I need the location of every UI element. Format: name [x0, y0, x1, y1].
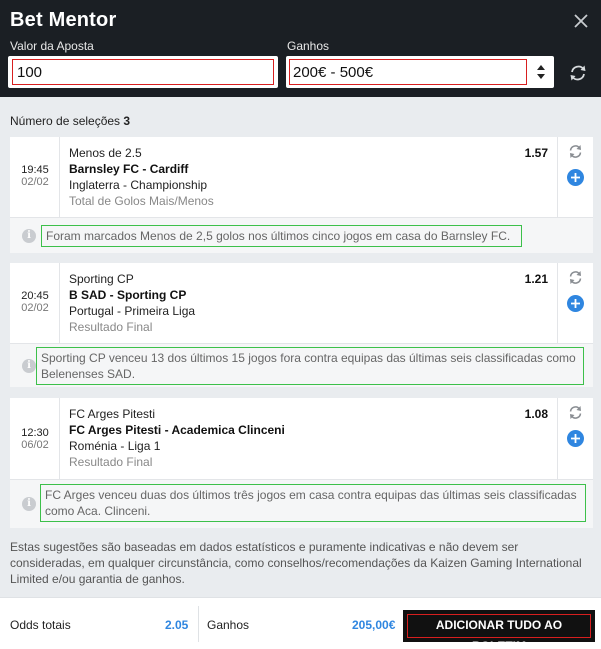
stake-field	[8, 56, 278, 88]
stake-input[interactable]	[12, 59, 274, 85]
total-odds-value: 2.05	[165, 618, 189, 632]
selection-count-value: 3	[123, 114, 131, 128]
match-name[interactable]: B SAD - Sporting CP	[69, 288, 186, 302]
page-title: Bet Mentor	[10, 9, 117, 31]
gains-select-value: 200€ - 500€	[289, 59, 527, 85]
plus-icon[interactable]	[567, 169, 584, 186]
selection-card: 12:30 06/02 FC Arges Pitesti FC Arges Pi…	[10, 398, 593, 528]
market-name: Resultado Final	[69, 320, 153, 334]
divider	[557, 398, 558, 479]
selection-name: Sporting CP	[69, 272, 134, 286]
match-name[interactable]: Barnsley FC - Cardiff	[69, 162, 188, 176]
selection-name: FC Arges Pitesti	[69, 407, 156, 421]
selection-odd: 1.21	[524, 272, 548, 286]
refresh-icon[interactable]	[567, 143, 584, 160]
event-time: 12:30	[21, 427, 49, 439]
league-name: Roménia - Liga 1	[69, 439, 161, 453]
info-icon: i	[22, 359, 36, 373]
divider	[557, 137, 558, 217]
plus-icon[interactable]	[567, 430, 584, 447]
market-name: Resultado Final	[69, 455, 153, 469]
gains-select[interactable]: 200€ - 500€	[286, 56, 554, 88]
league-name: Portugal - Primeira Liga	[69, 304, 196, 318]
select-arrows-icon	[537, 65, 545, 79]
selection-name: Menos de 2.5	[69, 146, 142, 160]
refresh-icon[interactable]	[567, 62, 589, 84]
gains-label: Ganhos	[287, 39, 330, 53]
info-icon: i	[22, 229, 36, 243]
selection-card: 20:45 02/02 Sporting CP B SAD - Sporting…	[10, 263, 593, 387]
info-icon: i	[22, 497, 36, 511]
add-all-button[interactable]: ADICIONAR TUDO AO BOLETIM	[403, 610, 595, 649]
refresh-icon[interactable]	[567, 269, 584, 286]
divider	[59, 137, 60, 217]
market-name: Total de Golos Mais/Menos	[69, 194, 214, 208]
divider	[557, 263, 558, 343]
divider	[198, 606, 199, 642]
plus-icon[interactable]	[567, 295, 584, 312]
match-name[interactable]: FC Arges Pitesti - Academica Clinceni	[69, 423, 285, 437]
close-icon[interactable]	[570, 10, 592, 32]
disclaimer-text: Estas sugestões são baseadas em dados es…	[10, 540, 582, 586]
event-time: 19:45	[21, 164, 49, 176]
selection-count: Número de seleções 3	[10, 114, 130, 128]
refresh-icon[interactable]	[567, 404, 584, 421]
selection-odd: 1.08	[524, 407, 548, 421]
tip-row: i FC Arges venceu duas dos últimos três …	[10, 479, 593, 528]
tip-row: i Foram marcados Menos de 2,5 golos nos …	[10, 217, 593, 253]
event-time: 20:45	[21, 290, 49, 302]
selections-panel: Número de seleções 3 19:45 02/02 Menos d…	[0, 97, 601, 597]
event-date: 02/02	[21, 176, 49, 188]
event-date: 06/02	[21, 439, 49, 451]
tip-text: Foram marcados Menos de 2,5 golos nos úl…	[41, 225, 522, 247]
selection-odd: 1.57	[524, 146, 548, 160]
tip-text: FC Arges venceu duas dos últimos três jo…	[40, 484, 586, 522]
betslip-footer: Odds totais 2.05 Ganhos 205,00€ ADICIONA…	[0, 597, 601, 649]
selection-card: 19:45 02/02 Menos de 2.5 Barnsley FC - C…	[10, 137, 593, 253]
divider	[59, 398, 60, 479]
total-gains-label: Ganhos	[207, 618, 250, 632]
event-date: 02/02	[21, 302, 49, 314]
league-name: Inglaterra - Championship	[69, 178, 208, 192]
stake-label: Valor da Aposta	[10, 39, 94, 53]
add-all-button-label: ADICIONAR TUDO AO BOLETIM	[407, 614, 591, 649]
selection-count-label: Número de seleções	[10, 114, 121, 128]
divider	[59, 263, 60, 343]
tip-text: Sporting CP venceu 13 dos últimos 15 jog…	[36, 347, 584, 385]
total-gains-value: 205,00€	[352, 618, 396, 632]
tip-row: i Sporting CP venceu 13 dos últimos 15 j…	[10, 343, 593, 387]
bet-mentor-header: Bet Mentor Valor da Aposta Ganhos 200€ -…	[0, 0, 601, 97]
total-odds-label: Odds totais	[10, 618, 71, 632]
